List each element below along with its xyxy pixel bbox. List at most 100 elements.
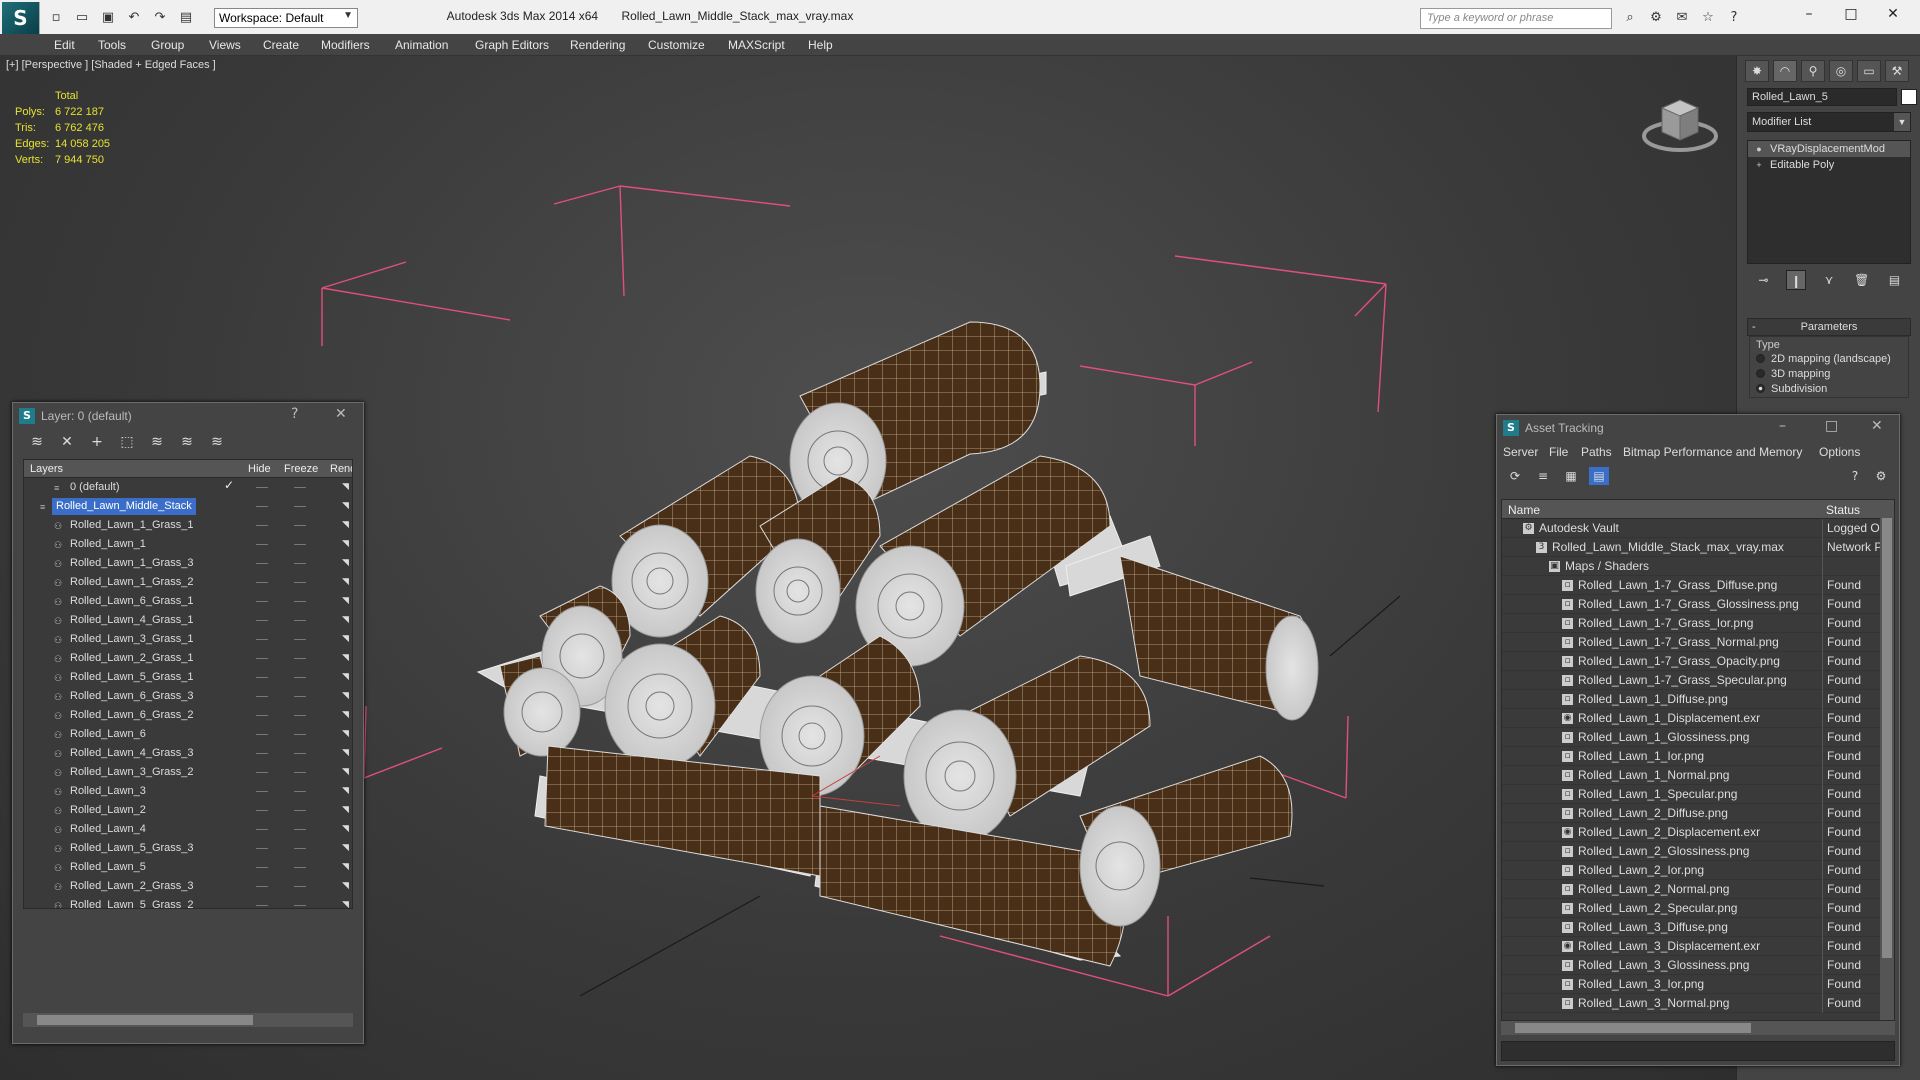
freeze-toggle[interactable] xyxy=(294,506,306,507)
render-teapot-icon[interactable]: ◥ xyxy=(342,596,349,606)
hide-toggle[interactable] xyxy=(256,715,268,716)
radio-subdivision[interactable]: Subdivision xyxy=(1756,383,1827,395)
freeze-toggle[interactable] xyxy=(294,563,306,564)
highlight-layer-icon[interactable]: ≋ xyxy=(177,433,197,451)
column-header[interactable]: Hide xyxy=(248,463,271,475)
render-teapot-icon[interactable]: ◥ xyxy=(342,786,349,796)
modify-tab-icon[interactable]: ◠ xyxy=(1773,60,1797,82)
asset-row[interactable]: ▫ Rolled_Lawn_1-7_Grass_Normal.png Found xyxy=(1502,633,1894,652)
create-layer-icon[interactable]: + xyxy=(87,433,107,451)
freeze-toggle[interactable] xyxy=(294,810,306,811)
communication-icon[interactable]: ✉ xyxy=(1672,8,1692,26)
layer-row[interactable]: ≡ Rolled_Lawn_Middle_Stack ◥ xyxy=(24,497,352,516)
hierarchy-tab-icon[interactable]: ⚲ xyxy=(1801,60,1825,82)
render-teapot-icon[interactable]: ◥ xyxy=(342,881,349,891)
freeze-toggle[interactable] xyxy=(294,696,306,697)
settings-icon[interactable]: ⚙ xyxy=(1871,467,1891,485)
layer-row[interactable]: ⚇ Rolled_Lawn_1_Grass_3 ◥ xyxy=(24,554,352,573)
stack-item-editable-poly[interactable]: + Editable Poly xyxy=(1748,157,1910,173)
asset-dialog-titlebar[interactable]: S Asset Tracking – □ ✕ xyxy=(1497,415,1899,441)
menu-rendering[interactable]: Rendering xyxy=(570,38,625,52)
freeze-toggle[interactable] xyxy=(294,525,306,526)
layer-name[interactable]: Rolled_Lawn_5 xyxy=(66,859,150,876)
menu-tools[interactable]: Tools xyxy=(98,38,126,52)
expand-plus-icon[interactable]: + xyxy=(1754,160,1764,170)
layer-name[interactable]: 0 (default) xyxy=(66,479,124,496)
menu-help[interactable]: Help xyxy=(808,38,833,52)
freeze-toggle[interactable] xyxy=(294,715,306,716)
menu-graph-editors[interactable]: Graph Editors xyxy=(475,38,549,52)
layer-name[interactable]: Rolled_Lawn_4 xyxy=(66,821,150,838)
freeze-toggle[interactable] xyxy=(294,620,306,621)
asset-row[interactable]: ⚙ Autodesk Vault Logged Ou xyxy=(1502,519,1894,538)
asset-row[interactable]: ◉ Rolled_Lawn_3_Displacement.exr Found xyxy=(1502,937,1894,956)
asset-row[interactable]: ▫ Rolled_Lawn_2_Ior.png Found xyxy=(1502,861,1894,880)
layer-row[interactable]: ⚇ Rolled_Lawn_5_Grass_2 ◥ xyxy=(24,896,352,908)
table-view-icon[interactable]: ▤ xyxy=(1589,467,1609,485)
asset-row[interactable]: ▫ Rolled_Lawn_1-7_Grass_Diffuse.png Found xyxy=(1502,576,1894,595)
render-teapot-icon[interactable]: ◥ xyxy=(342,691,349,701)
freeze-toggle[interactable] xyxy=(294,677,306,678)
freeze-toggle[interactable] xyxy=(294,734,306,735)
render-teapot-icon[interactable]: ◥ xyxy=(342,824,349,834)
layer-name[interactable]: Rolled_Lawn_6_Grass_3 xyxy=(66,688,198,705)
freeze-toggle[interactable] xyxy=(294,772,306,773)
scrollbar-thumb[interactable] xyxy=(37,1015,253,1025)
render-teapot-icon[interactable]: ◥ xyxy=(342,501,349,511)
search-input[interactable]: Type a keyword or phrase xyxy=(1420,8,1612,29)
freeze-toggle[interactable] xyxy=(294,639,306,640)
layer-row[interactable]: ⚇ Rolled_Lawn_5_Grass_1 ◥ xyxy=(24,668,352,687)
layer-row[interactable]: ⚇ Rolled_Lawn_6 ◥ xyxy=(24,725,352,744)
hide-toggle[interactable] xyxy=(256,563,268,564)
layer-row[interactable]: ⚇ Rolled_Lawn_3_Grass_2 ◥ xyxy=(24,763,352,782)
layer-name[interactable]: Rolled_Lawn_3 xyxy=(66,783,150,800)
thumbnail-view-icon[interactable]: ▦ xyxy=(1561,467,1581,485)
hide-toggle[interactable] xyxy=(256,658,268,659)
layer-name[interactable]: Rolled_Lawn_3_Grass_1 xyxy=(66,631,198,648)
hide-toggle[interactable] xyxy=(256,772,268,773)
menu-paths[interactable]: Paths xyxy=(1581,445,1612,459)
asset-row[interactable]: ▫ Rolled_Lawn_3_Diffuse.png Found xyxy=(1502,918,1894,937)
freeze-toggle[interactable] xyxy=(294,791,306,792)
help-icon[interactable]: ? xyxy=(1724,8,1744,26)
asset-row[interactable]: ▫ Rolled_Lawn_3_Glossiness.png Found xyxy=(1502,956,1894,975)
menu-customize[interactable]: Customize xyxy=(648,38,705,52)
layer-name[interactable]: Rolled_Lawn_4_Grass_3 xyxy=(66,745,198,762)
scrollbar-thumb[interactable] xyxy=(1882,518,1892,958)
layer-row[interactable]: ⚇ Rolled_Lawn_2_Grass_1 ◥ xyxy=(24,649,352,668)
pin-stack-icon[interactable]: ⊸ xyxy=(1753,270,1773,290)
hide-toggle[interactable] xyxy=(256,810,268,811)
render-teapot-icon[interactable]: ◥ xyxy=(342,729,349,739)
viewcube-icon[interactable] xyxy=(1640,86,1720,166)
hide-toggle[interactable] xyxy=(256,905,268,906)
asset-row[interactable]: ▫ Rolled_Lawn_1_Glossiness.png Found xyxy=(1502,728,1894,747)
display-tab-icon[interactable]: ▭ xyxy=(1857,60,1881,82)
menu-create[interactable]: Create xyxy=(263,38,299,52)
menu-group[interactable]: Group xyxy=(151,38,184,52)
hide-all-layers-icon[interactable]: ≋ xyxy=(207,433,227,451)
layer-row[interactable]: ⚇ Rolled_Lawn_6_Grass_2 ◥ xyxy=(24,706,352,725)
layer-name[interactable]: Rolled_Lawn_Middle_Stack xyxy=(52,498,196,515)
layer-name[interactable]: Rolled_Lawn_6_Grass_1 xyxy=(66,593,198,610)
layer-name[interactable]: Rolled_Lawn_5_Grass_2 xyxy=(66,897,198,908)
vertical-scrollbar[interactable] xyxy=(1880,500,1894,1020)
render-teapot-icon[interactable]: ◥ xyxy=(342,805,349,815)
viewport-label-menu[interactable]: [+] [Perspective ] [Shaded + Edged Faces… xyxy=(6,59,216,71)
stack-item-vray-displacement[interactable]: ● VRayDisplacementMod xyxy=(1748,141,1910,157)
modifier-list-dropdown[interactable]: Modifier List ▼ xyxy=(1747,112,1911,132)
hide-toggle[interactable] xyxy=(256,620,268,621)
freeze-toggle[interactable] xyxy=(294,544,306,545)
render-teapot-icon[interactable]: ◥ xyxy=(342,653,349,663)
render-teapot-icon[interactable]: ◥ xyxy=(342,539,349,549)
hide-toggle[interactable] xyxy=(256,753,268,754)
hide-toggle[interactable] xyxy=(256,696,268,697)
layer-dialog-titlebar[interactable]: S Layer: 0 (default) ? ✕ xyxy=(13,403,363,429)
layer-manager-icon[interactable]: ≋ xyxy=(27,433,47,451)
delete-layer-icon[interactable]: ✕ xyxy=(57,433,77,451)
layer-name[interactable]: Rolled_Lawn_5_Grass_1 xyxy=(66,669,198,686)
favorites-star-icon[interactable]: ☆ xyxy=(1698,8,1718,26)
layer-row[interactable]: ⚇ Rolled_Lawn_4_Grass_3 ◥ xyxy=(24,744,352,763)
hide-toggle[interactable] xyxy=(256,829,268,830)
horizontal-scrollbar[interactable] xyxy=(23,1013,353,1027)
horizontal-scrollbar[interactable] xyxy=(1501,1021,1895,1035)
